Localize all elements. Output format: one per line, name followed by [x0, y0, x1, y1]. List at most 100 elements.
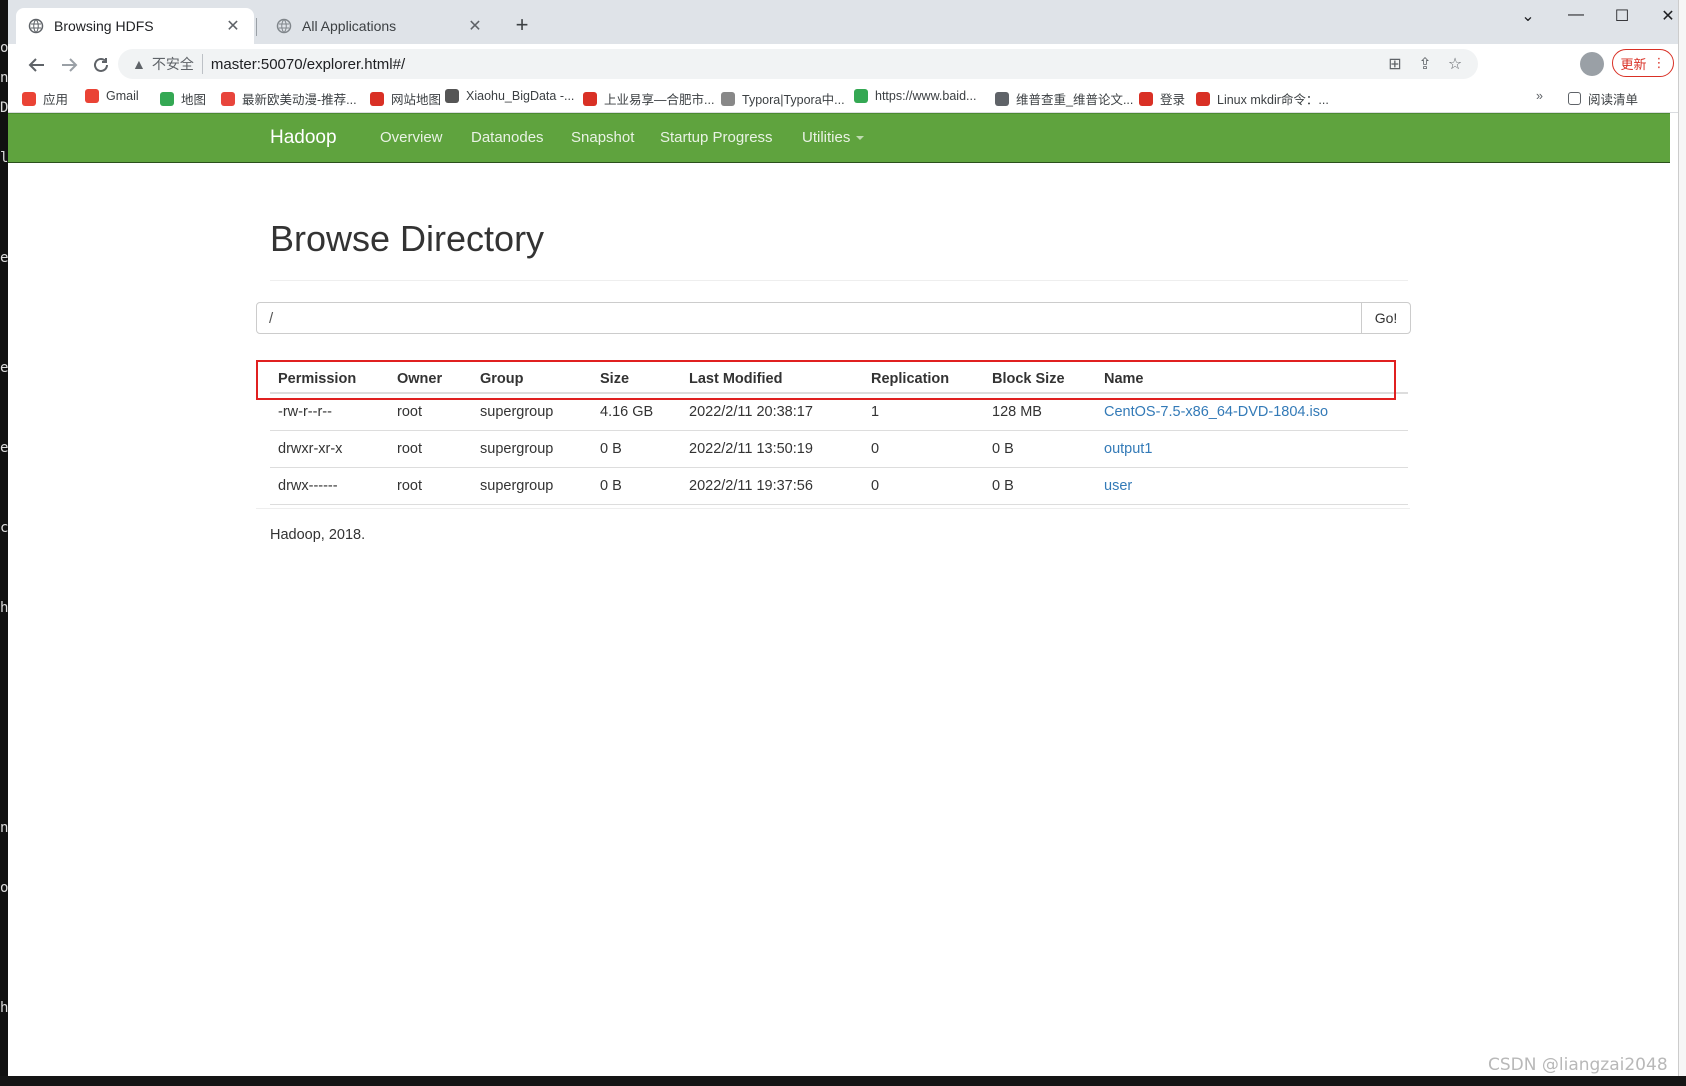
cell-group: supergroup — [472, 467, 592, 505]
login-icon — [1139, 91, 1153, 106]
navbar-brand[interactable]: Hadoop — [270, 127, 337, 149]
bookmark-label: Xiaohu_BigData -... — [466, 89, 575, 103]
reading-list-icon — [1568, 92, 1581, 105]
hadoop-navbar: Hadoop Overview Datanodes Snapshot Start… — [8, 113, 1670, 163]
more-bookmarks-icon[interactable]: » — [1536, 89, 1543, 103]
bookmark-item[interactable]: 应用 — [22, 89, 68, 108]
gmail-icon — [85, 89, 99, 103]
taskbar-strip — [0, 1076, 1686, 1086]
page-footer: Hadoop, 2018. — [270, 527, 366, 543]
close-tab-icon[interactable]: ✕ — [466, 16, 484, 36]
close-window-icon[interactable]: ✕ — [1648, 6, 1678, 26]
bookmark-label: https://www.baid... — [875, 89, 977, 103]
cell-block-size: 0 B — [984, 430, 1096, 468]
annotation-highlight-box — [256, 360, 1396, 400]
globe-icon — [276, 18, 292, 34]
star-icon[interactable]: ☆ — [1442, 49, 1468, 79]
new-tab-icon[interactable]: + — [510, 12, 534, 38]
cell-permission: drwx------ — [270, 467, 389, 505]
cell-permission: drwxr-xr-x — [270, 430, 389, 468]
typora-icon — [721, 91, 735, 106]
cell-size: 0 B — [592, 430, 681, 468]
background-window-strip — [1678, 0, 1686, 1086]
cell-name: output1 — [1096, 430, 1408, 468]
cell-last-modified: 2022/2/11 19:37:56 — [681, 467, 863, 505]
play-icon — [221, 91, 235, 106]
hadoop-page: Hadoop Overview Datanodes Snapshot Start… — [8, 113, 1678, 1076]
go-button[interactable]: Go! — [1361, 302, 1411, 334]
c-logo-icon — [370, 91, 384, 106]
minimize-icon[interactable]: — — [1556, 6, 1596, 24]
bookmark-item[interactable]: 地图 — [160, 89, 206, 108]
bookmark-item[interactable]: 上业易享—合肥市... — [583, 89, 714, 108]
bookmarks-bar: 阅读清单 » 应用 Gmail 地图 最新欧美动漫-推荐... 网站地图 Xiaohu_B… — [8, 84, 1678, 113]
bookmark-item[interactable]: 网站地图 — [370, 89, 441, 108]
update-button[interactable]: 更新 ⋮ — [1612, 49, 1674, 77]
bookmark-item[interactable]: 登录 — [1139, 89, 1185, 108]
xiaohu-icon — [445, 89, 459, 103]
cell-replication: 0 — [863, 430, 984, 468]
cell-block-size: 0 B — [984, 467, 1096, 505]
apps-grid-icon — [22, 91, 36, 106]
close-tab-icon[interactable]: ✕ — [224, 16, 242, 36]
divider — [256, 508, 1410, 509]
globe-icon — [28, 18, 44, 34]
maximize-icon[interactable]: ☐ — [1602, 6, 1642, 26]
divider — [270, 280, 1408, 281]
bookmark-item[interactable]: https://www.baid... — [854, 89, 976, 103]
caret-down-icon — [856, 136, 865, 141]
directory-link[interactable]: output1 — [1104, 441, 1152, 457]
nav-utilities[interactable]: Utilities — [802, 129, 865, 146]
share-icon[interactable]: ⇪ — [1412, 49, 1438, 79]
maps-icon — [160, 91, 174, 106]
more-menu-icon: ⋮ — [1652, 55, 1666, 70]
tab-title: Browsing HDFS — [54, 18, 154, 34]
cell-owner: root — [389, 430, 472, 468]
nav-datanodes[interactable]: Datanodes — [471, 129, 544, 146]
bookmark-label: 应用 — [43, 93, 69, 107]
address-bar[interactable]: ▲ 不安全 master:50070/explorer.html#/ ⊞ ⇪ ☆ — [118, 49, 1478, 79]
reload-icon[interactable] — [88, 52, 114, 78]
baidu-icon — [854, 89, 868, 103]
back-icon[interactable] — [24, 52, 50, 78]
tab-browsing-hdfs[interactable]: Browsing HDFS ✕ — [16, 8, 254, 44]
translate-icon[interactable]: ⊞ — [1382, 49, 1408, 79]
bookmark-label: 最新欧美动漫-推荐... — [242, 93, 357, 107]
nav-overview[interactable]: Overview — [380, 129, 443, 146]
tab-search-icon[interactable]: ⌄ — [1508, 6, 1548, 26]
nav-startup-progress[interactable]: Startup Progress — [660, 129, 773, 146]
profile-avatar[interactable] — [1580, 52, 1604, 76]
directory-path-input[interactable] — [256, 302, 1362, 334]
background-terminal-strip: onD lee ech noh — [0, 0, 8, 1086]
reading-list-label: 阅读清单 — [1588, 93, 1639, 107]
security-label: 不安全 — [152, 54, 203, 74]
url-text: master:50070/explorer.html#/ — [210, 55, 406, 73]
file-link[interactable]: CentOS-7.5-x86_64-DVD-1804.iso — [1104, 404, 1328, 420]
nav-utilities-label: Utilities — [802, 129, 851, 146]
directory-link[interactable]: user — [1104, 478, 1132, 494]
nav-snapshot[interactable]: Snapshot — [571, 129, 634, 146]
forward-icon[interactable] — [56, 52, 82, 78]
table-row: drwx------ root supergroup 0 B 2022/2/11… — [270, 467, 1408, 505]
cell-owner: root — [389, 467, 472, 505]
bookmark-item[interactable]: Typora|Typora中... — [721, 89, 845, 108]
cell-name: user — [1096, 467, 1408, 505]
tab-all-applications[interactable]: All Applications ✕ — [264, 8, 496, 44]
bookmark-item[interactable]: Linux mkdir命令：... — [1196, 89, 1329, 108]
warning-icon: ▲ — [132, 56, 146, 72]
cell-size: 0 B — [592, 467, 681, 505]
bookmark-item[interactable]: 最新欧美动漫-推荐... — [221, 89, 357, 108]
reading-list-button[interactable]: 阅读清单 — [1568, 89, 1638, 108]
tab-title: All Applications — [302, 18, 397, 34]
bookmark-label: 上业易享—合肥市... — [604, 93, 715, 107]
bookmark-label: 地图 — [181, 93, 207, 107]
c-logo-icon — [1196, 91, 1210, 106]
tab-separator — [256, 18, 257, 36]
tab-bar: Browsing HDFS ✕ All Applications ✕ + ⌄ —… — [8, 0, 1678, 44]
bookmark-label: Typora|Typora中... — [742, 93, 845, 107]
cell-last-modified: 2022/2/11 13:50:19 — [681, 430, 863, 468]
browser-window: Browsing HDFS ✕ All Applications ✕ + ⌄ —… — [8, 0, 1678, 1076]
bookmark-item[interactable]: 维普查重_维普论文... — [995, 89, 1133, 108]
bookmark-item[interactable]: Gmail — [85, 89, 139, 103]
bookmark-item[interactable]: Xiaohu_BigData -... — [445, 89, 574, 103]
